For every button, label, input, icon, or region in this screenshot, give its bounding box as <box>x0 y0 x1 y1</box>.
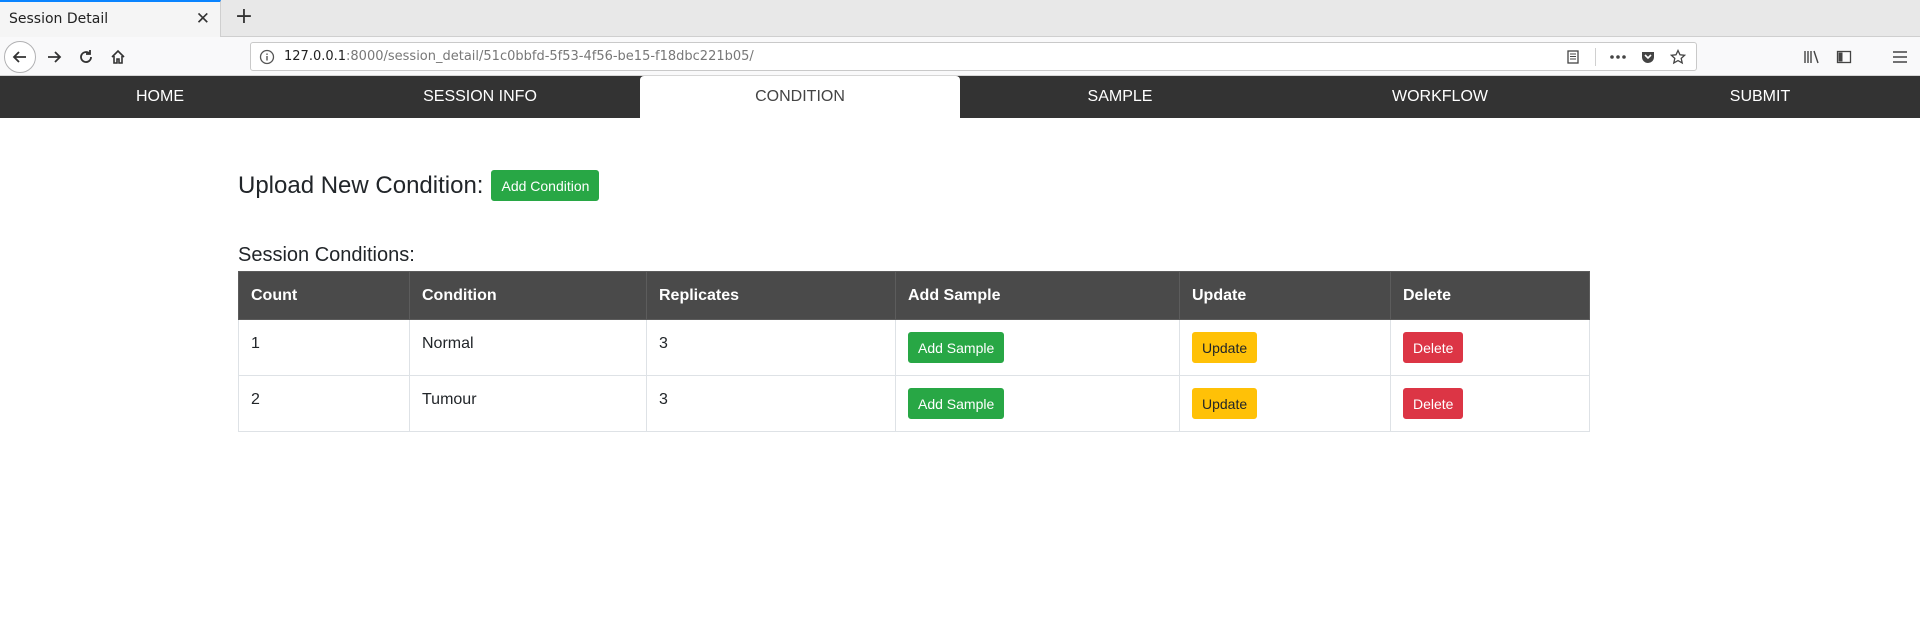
cell-replicates: 3 <box>646 319 896 376</box>
table-header-row: Count Condition Replicates Add Sample Up… <box>238 271 1590 320</box>
forward-arrow-icon <box>48 51 62 63</box>
url-divider <box>1595 48 1596 66</box>
nav-item-home[interactable]: HOME <box>0 76 320 118</box>
cell-update: Update <box>1179 375 1391 432</box>
cell-add-sample: Add Sample <box>895 319 1180 376</box>
nav-item-sample[interactable]: SAMPLE <box>960 76 1280 118</box>
cell-delete: Delete <box>1390 375 1590 432</box>
url-bar[interactable]: 127.0.0.1:8000/session_detail/51c0bbfd-5… <box>250 42 1697 71</box>
cell-condition: Tumour <box>409 375 647 432</box>
column-header-replicates: Replicates <box>646 271 896 320</box>
url-actions <box>1561 46 1690 68</box>
upload-condition-row: Upload New Condition: Add Condition <box>238 170 600 201</box>
add-condition-button[interactable]: Add Condition <box>491 170 600 201</box>
page-actions-icon[interactable] <box>1606 46 1630 68</box>
delete-button[interactable]: Delete <box>1403 332 1464 363</box>
reader-view-icon[interactable] <box>1561 46 1585 68</box>
nav-item-workflow[interactable]: WORKFLOW <box>1280 76 1600 118</box>
back-button[interactable] <box>4 41 36 73</box>
column-header-count: Count <box>238 271 410 320</box>
nav-item-session-info[interactable]: SESSION INFO <box>320 76 640 118</box>
new-tab-icon[interactable]: + <box>231 4 257 32</box>
session-conditions-title: Session Conditions: <box>238 244 415 266</box>
cell-delete: Delete <box>1390 319 1590 376</box>
tab-title: Session Detail <box>9 11 109 27</box>
url-path: :8000/session_detail/51c0bbfd-5f53-4f56-… <box>346 49 754 64</box>
column-header-condition: Condition <box>409 271 647 320</box>
hamburger-menu-icon[interactable] <box>1888 46 1912 68</box>
home-button[interactable] <box>102 41 134 73</box>
table-row: 2 Tumour 3 Add Sample Update Delete <box>238 375 1590 432</box>
site-navigation: HOME SESSION INFO CONDITION SAMPLE WORKF… <box>0 76 1920 118</box>
url-text[interactable]: 127.0.0.1:8000/session_detail/51c0bbfd-5… <box>284 49 754 64</box>
browser-tab-bar: Session Detail ✕ + <box>0 0 1920 37</box>
reload-icon <box>80 50 92 63</box>
back-arrow-icon <box>12 51 26 63</box>
nav-item-condition[interactable]: CONDITION <box>640 76 960 118</box>
close-tab-icon[interactable]: ✕ <box>196 9 210 29</box>
url-host: 127.0.0.1 <box>284 49 347 64</box>
cell-count: 1 <box>238 319 410 376</box>
forward-button[interactable] <box>38 41 70 73</box>
cell-count: 2 <box>238 375 410 432</box>
update-button[interactable]: Update <box>1192 388 1258 419</box>
browser-toolbar-right <box>1800 41 1920 73</box>
column-header-update: Update <box>1179 271 1391 320</box>
browser-nav-bar: 127.0.0.1:8000/session_detail/51c0bbfd-5… <box>0 37 1920 76</box>
cell-update: Update <box>1179 319 1391 376</box>
site-info-icon[interactable] <box>259 49 275 69</box>
library-icon[interactable] <box>1800 46 1824 68</box>
delete-button[interactable]: Delete <box>1403 388 1464 419</box>
cell-add-sample: Add Sample <box>895 375 1180 432</box>
add-sample-button[interactable]: Add Sample <box>908 388 1005 419</box>
table-row: 1 Normal 3 Add Sample Update Delete <box>238 319 1590 376</box>
pocket-icon[interactable] <box>1636 46 1660 68</box>
cell-replicates: 3 <box>646 375 896 432</box>
cell-condition: Normal <box>409 319 647 376</box>
conditions-table: Count Condition Replicates Add Sample Up… <box>238 271 1590 432</box>
bookmark-star-icon[interactable] <box>1666 46 1690 68</box>
browser-tab[interactable]: Session Detail ✕ <box>0 0 221 37</box>
sidebar-icon[interactable] <box>1832 46 1856 68</box>
upload-condition-title: Upload New Condition: <box>238 171 484 199</box>
home-icon <box>111 49 125 64</box>
nav-item-submit[interactable]: SUBMIT <box>1600 76 1920 118</box>
column-header-delete: Delete <box>1390 271 1590 320</box>
update-button[interactable]: Update <box>1192 332 1258 363</box>
column-header-add-sample: Add Sample <box>895 271 1180 320</box>
reload-button[interactable] <box>70 41 102 73</box>
add-sample-button[interactable]: Add Sample <box>908 332 1005 363</box>
